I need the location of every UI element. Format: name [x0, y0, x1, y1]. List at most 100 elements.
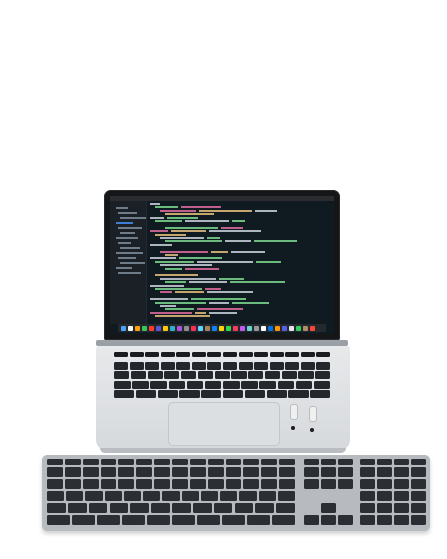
dock-app-icon — [268, 325, 273, 331]
external-numpad-key — [360, 515, 375, 525]
code-line — [165, 308, 194, 311]
dock-app-icon — [170, 325, 175, 331]
external-key — [154, 467, 170, 477]
external-key — [100, 459, 117, 465]
external-key — [172, 515, 195, 525]
external-key — [225, 467, 242, 477]
laptop-key — [207, 352, 222, 357]
laptop-key — [201, 390, 222, 398]
code-line — [160, 264, 212, 267]
dock-app-icon — [303, 325, 308, 331]
external-key — [47, 503, 66, 513]
external-key — [82, 467, 99, 477]
code-line — [219, 277, 244, 280]
code-line — [160, 209, 196, 212]
external-key — [189, 467, 206, 477]
file-navigator-item — [116, 237, 138, 239]
external-numpad-key — [411, 467, 426, 477]
laptop-key — [191, 361, 206, 370]
earbud-right — [309, 406, 317, 422]
dock-app-icon — [282, 325, 287, 331]
code-line — [160, 291, 172, 294]
laptop-key — [135, 390, 156, 398]
laptop-keyboard — [114, 352, 332, 400]
file-navigator-item — [116, 207, 128, 209]
external-numpad-key — [360, 503, 375, 513]
code-line — [195, 311, 206, 314]
external-key — [100, 479, 117, 489]
code-line — [155, 260, 194, 263]
external-key — [118, 467, 135, 477]
external-key — [261, 459, 278, 465]
laptop-key — [164, 371, 180, 379]
dock-app-icon — [191, 325, 196, 331]
laptop-key — [238, 352, 253, 357]
code-line — [221, 226, 243, 229]
code-line — [256, 260, 281, 263]
dock-app-icon — [177, 325, 182, 331]
file-navigator-item — [120, 247, 140, 249]
external-key — [222, 515, 245, 525]
laptop-key — [150, 380, 167, 389]
code-line — [207, 291, 253, 294]
laptop-key — [259, 380, 276, 389]
external-key — [189, 479, 206, 489]
external-key — [143, 491, 161, 501]
code-line — [171, 230, 206, 233]
code-line — [207, 237, 220, 239]
laptop-key — [176, 352, 191, 357]
external-key — [279, 479, 295, 489]
dock-app-icon — [296, 325, 301, 331]
external-nav-key — [338, 459, 353, 465]
laptop-key — [241, 380, 258, 389]
external-key — [225, 459, 242, 465]
code-line — [232, 220, 245, 222]
external-keyboard — [42, 455, 430, 531]
code-line — [150, 203, 160, 205]
laptop-key — [168, 380, 186, 389]
external-key — [272, 515, 295, 525]
code-line — [197, 308, 243, 311]
code-line — [255, 209, 277, 212]
external-nav-key — [321, 515, 336, 525]
external-key — [197, 515, 220, 525]
external-key — [255, 503, 275, 513]
dock-app-icon — [226, 325, 231, 331]
code-line — [167, 216, 198, 219]
laptop-key — [130, 371, 146, 379]
code-line — [155, 315, 210, 318]
laptop-key — [204, 380, 222, 389]
laptop-key — [147, 371, 163, 379]
code-line — [160, 237, 204, 239]
external-nav-key — [304, 515, 319, 525]
code-line — [185, 267, 219, 270]
code-line — [175, 291, 204, 294]
external-key — [279, 459, 295, 465]
external-key — [261, 479, 278, 489]
external-key — [220, 491, 238, 501]
file-navigator-item — [120, 262, 145, 264]
laptop-key — [269, 361, 284, 370]
external-key — [47, 491, 65, 501]
external-numpad-key — [360, 467, 375, 477]
external-key — [172, 503, 191, 513]
external-key — [189, 459, 206, 465]
laptop-key — [313, 380, 331, 389]
code-line — [150, 311, 192, 314]
code-line — [155, 220, 182, 222]
laptop-key — [254, 361, 269, 370]
laptop-key — [129, 361, 144, 370]
external-key — [118, 479, 135, 489]
external-numpad-key — [411, 503, 426, 513]
laptop-key — [114, 380, 131, 389]
code-line — [165, 281, 186, 284]
laptop-key — [129, 352, 144, 357]
external-key — [243, 459, 260, 465]
laptop-key — [160, 361, 175, 370]
external-key — [181, 491, 199, 501]
external-key — [97, 515, 120, 525]
code-line — [150, 230, 168, 233]
external-key — [243, 479, 260, 489]
laptop-key — [181, 371, 197, 379]
file-navigator-item — [120, 232, 135, 234]
